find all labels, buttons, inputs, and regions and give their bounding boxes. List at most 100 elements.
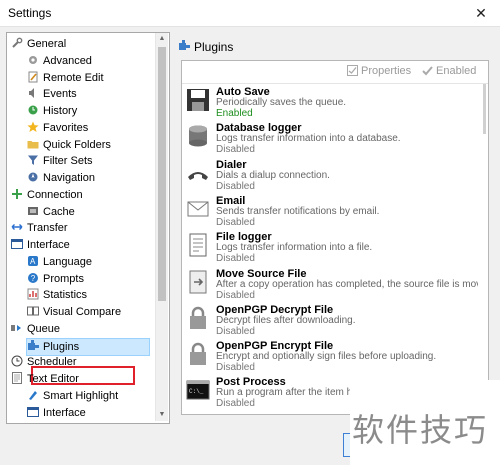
lock-icon [186,306,210,330]
lock-icon [186,342,210,366]
cache-icon [27,205,39,217]
connection-icon [11,188,23,200]
panel-title: Plugins [194,40,234,54]
tree-item-queue[interactable]: Queue [11,321,60,337]
plugin-toolbar: Properties Enabled [182,61,488,84]
tree-item-events[interactable]: Events [27,86,77,102]
move-file-icon [186,270,210,294]
tree-item-cache[interactable]: Cache [27,204,75,220]
plugin-description: Logs transfer information into a file. [216,242,373,254]
tree-item-prompts[interactable]: ? Prompts [27,271,84,287]
plugin-status: Disabled [216,398,255,410]
tree-item-favorites[interactable]: Favorites [27,120,88,136]
tree-item-label: Language [43,255,92,268]
interface-icon [27,406,39,418]
tree-item-label: Scheduler [27,356,77,369]
plugin-description: After a copy operation has completed, th… [216,278,478,290]
edit-icon [27,71,39,83]
tree-item-language[interactable]: A Language [27,254,92,270]
properties-label: Properties [361,65,412,77]
prompt-icon: ? [27,272,39,284]
tree-item-label: Remote Edit [43,71,104,84]
plugin-item[interactable]: OpenPGP Encrypt File Encrypt and optional… [186,340,482,376]
tree-item-label: Events [43,88,77,101]
enabled-label: Enabled [436,65,477,77]
plugin-status: Enabled [216,108,253,119]
database-icon [186,124,210,148]
tree-item-transfer[interactable]: Transfer [11,220,68,236]
tree-item-remote-edit[interactable]: Remote Edit [27,70,104,86]
filter-icon [27,154,39,166]
plugin-status: Disabled [216,144,255,156]
tree-item-label: Statistics [43,289,88,302]
properties-button[interactable]: Properties [347,65,411,77]
tree-item-label: Queue [27,322,61,335]
tree-item-scheduler[interactable]: Scheduler [11,354,77,370]
tree-item-label: Cache [43,205,75,218]
svg-text:C:\_: C:\_ [189,388,204,395]
wrench-icon [11,37,23,49]
email-icon [186,197,210,221]
tree-item-interface[interactable]: Interface [11,237,70,253]
tree-item-label: Visual Compare [43,306,122,318]
tree-item-quick-folders[interactable]: Quick Folders [27,137,111,153]
gear-icon [27,54,39,66]
language-icon: A [27,255,39,267]
plugin-item[interactable]: OpenPGP Decrypt File Decrypt files after … [186,304,482,340]
tree-item-smart-highlight[interactable]: Smart Highlight [27,388,118,404]
watermark-text: 软件技巧 [352,411,489,449]
settings-tree[interactable]: ▲ ▼ General Advanced Remote Edit Events Hist… [6,32,170,424]
scroll-up-icon[interactable]: ▲ [156,33,168,45]
tree-item-label: History [43,105,78,117]
scroll-thumb[interactable] [158,47,166,301]
plugin-description: Logs transfer information into a databas… [216,133,401,145]
tree-item-label: Favorites [43,121,89,134]
tree-item-history[interactable]: History [27,103,77,119]
queue-icon [11,322,23,334]
tree-item-text-editor-interface[interactable]: Interface [27,405,86,421]
svg-text:?: ? [31,274,36,283]
tree-item-label: Text Editor [27,373,79,385]
tree-item-label: Prompts [43,272,84,285]
tree-item-general[interactable]: General [11,36,66,52]
plugin-description: Decrypt files after downloading. [216,314,356,326]
checkmark-icon [422,66,433,76]
plugin-item[interactable]: Move Source File After a copy operation h… [186,268,482,304]
tree-item-text-editor[interactable]: Text Editor [11,371,79,387]
phone-icon [186,161,210,185]
save-icon [186,88,210,112]
plugin-list-scrollbar[interactable] [483,84,486,134]
plugin-item[interactable]: Database logger Logs transfer information… [186,122,482,158]
tree-item-filter-sets[interactable]: Filter Sets [27,153,93,169]
plugin-item[interactable]: File logger Logs transfer information int… [186,231,482,267]
plugin-status: Disabled [216,253,255,265]
plugin-description: Sends transfer notifications by email. [216,205,380,217]
highlight-icon [27,389,39,401]
svg-text:A: A [30,257,36,266]
tree-item-advanced[interactable]: Advanced [27,53,92,69]
folder-icon [27,138,39,150]
tree-item-label: Filter Sets [43,155,93,168]
tree-item-statistics[interactable]: Statistics [27,287,87,303]
close-icon[interactable]: ✕ [470,3,492,23]
plugin-item[interactable]: Dialer Dials a dialup connection. Disabled [186,159,482,195]
plugin-list[interactable]: Properties Enabled Auto Save Periodically… [181,60,489,415]
enabled-button[interactable]: Enabled [422,65,476,77]
statistics-icon [27,288,39,300]
tree-item-label: Transfer [27,222,68,235]
plugin-icon [179,40,190,50]
tree-item-plugins[interactable]: Plugins [26,337,150,356]
plugin-item[interactable]: Auto Save Periodically saves the queue. En… [186,86,482,122]
tree-scrollbar[interactable]: ▲ ▼ [155,33,168,421]
tree-item-visual-compare[interactable]: Visual Compare [27,304,121,320]
terminal-icon: C:\_ [186,378,210,402]
scroll-down-icon[interactable]: ▼ [156,409,168,421]
tree-item-label: Interface [43,406,86,419]
tree-item-navigation[interactable]: Navigation [27,170,95,186]
compare-icon [27,305,39,317]
plugin-status: Disabled [216,362,255,374]
plugin-item[interactable]: Email Sends transfer notifications by ema… [186,195,482,231]
tree-item-connection[interactable]: Connection [11,187,83,203]
tree-item-label: General [27,38,67,50]
tree-item-label: Smart Highlight [43,389,119,402]
